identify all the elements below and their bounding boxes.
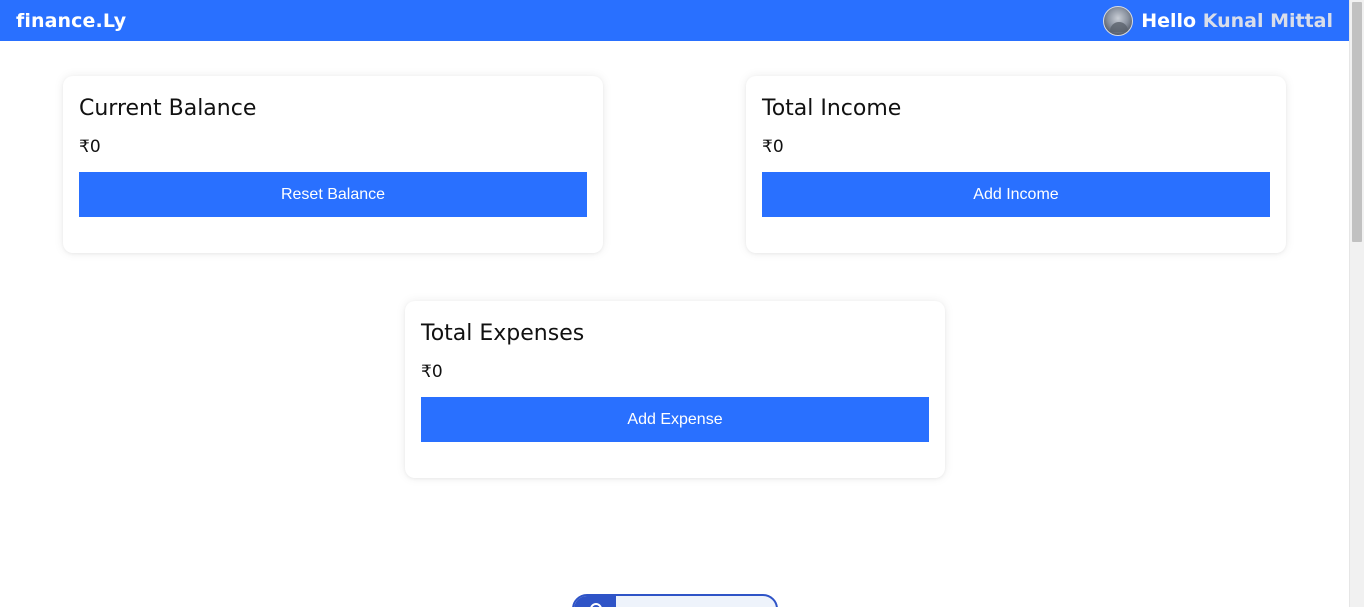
total-expenses-card: Total Expenses ₹0 Add Expense (405, 301, 945, 478)
vertical-scrollbar[interactable] (1349, 0, 1364, 607)
user-name: Kunal Mittal (1202, 9, 1333, 32)
card-title: Current Balance (79, 96, 257, 121)
user-greeting: Hello Kunal Mittal (1141, 10, 1333, 32)
card-value: ₹0 (79, 137, 101, 157)
add-income-button[interactable]: Add Income (762, 172, 1270, 217)
page: finance.Ly Hello Kunal Mittal Current Ba… (0, 0, 1364, 607)
navbar: finance.Ly Hello Kunal Mittal (0, 0, 1349, 41)
total-income-card: Total Income ₹0 Add Income (746, 76, 1286, 253)
scrollbar-thumb[interactable] (1352, 2, 1362, 242)
user-avatar-icon[interactable] (1103, 5, 1134, 36)
search-icon (590, 603, 602, 607)
reset-balance-button[interactable]: Reset Balance (79, 172, 587, 217)
card-title: Total Expenses (421, 321, 585, 346)
add-expense-button[interactable]: Add Expense (421, 397, 929, 442)
current-balance-card: Current Balance ₹0 Reset Balance (63, 76, 603, 253)
widget-icon-area (574, 596, 616, 607)
greeting-prefix: Hello (1141, 9, 1197, 32)
partial-bottom-widget[interactable] (572, 594, 778, 607)
card-value: ₹0 (762, 137, 784, 157)
card-value: ₹0 (421, 362, 443, 382)
user-greeting-area: Hello Kunal Mittal (1103, 5, 1333, 36)
card-title: Total Income (762, 96, 902, 121)
brand-logo[interactable]: finance.Ly (16, 10, 126, 32)
